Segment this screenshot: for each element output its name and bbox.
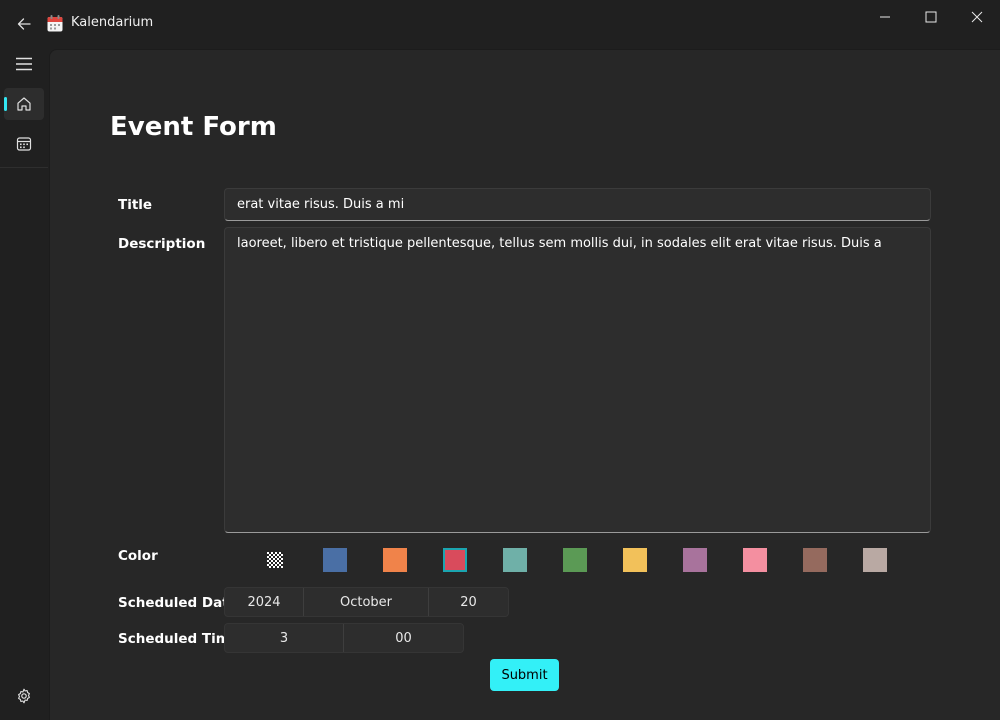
gear-icon	[18, 688, 30, 704]
date-picker[interactable]: 2024 October 20	[224, 587, 509, 617]
description-textarea[interactable]: laoreet, libero et tristique pellentesqu…	[224, 227, 931, 533]
calendar-app-icon	[47, 15, 63, 32]
color-swatch-10[interactable]	[803, 548, 827, 572]
time-hour[interactable]: 3	[225, 624, 344, 652]
title-label: Title	[118, 197, 153, 213]
title-bar: Kalendarium	[0, 0, 1000, 48]
close-icon	[971, 11, 983, 23]
nav-divider	[0, 167, 48, 168]
color-swatch-2[interactable]	[323, 548, 347, 572]
time-minute[interactable]: 00	[344, 624, 463, 652]
navigation-rail	[0, 48, 48, 720]
minimize-icon	[880, 16, 890, 18]
title-input[interactable]	[224, 188, 931, 221]
description-label: Description	[118, 236, 206, 252]
nav-menu-button[interactable]	[4, 48, 44, 80]
scheduled-time-label: Scheduled Time	[118, 631, 239, 647]
close-button[interactable]	[954, 4, 1000, 30]
color-swatch-9[interactable]	[743, 548, 767, 572]
back-arrow-icon	[17, 18, 31, 30]
date-month[interactable]: October	[304, 588, 429, 616]
nav-item-calendar[interactable]	[4, 128, 44, 160]
color-swatch-6[interactable]	[563, 548, 587, 572]
submit-button[interactable]: Submit	[490, 659, 559, 691]
color-swatch-8[interactable]	[683, 548, 707, 572]
color-swatch-1[interactable]	[267, 552, 283, 568]
calendar-grid-icon	[16, 137, 32, 151]
back-button[interactable]	[12, 12, 36, 36]
color-swatch-5[interactable]	[503, 548, 527, 572]
time-picker[interactable]: 3 00	[224, 623, 464, 653]
color-label: Color	[118, 548, 158, 564]
color-swatch-3[interactable]	[383, 548, 407, 572]
home-icon	[17, 97, 31, 111]
selection-indicator	[4, 97, 7, 111]
nav-item-home[interactable]	[4, 88, 44, 120]
date-year[interactable]: 2024	[225, 588, 304, 616]
nav-item-settings[interactable]	[4, 680, 44, 712]
date-day[interactable]: 20	[429, 588, 508, 616]
maximize-icon	[925, 11, 937, 23]
color-swatch-4[interactable]	[443, 548, 467, 572]
page-title: Event Form	[110, 112, 277, 142]
color-swatch-7[interactable]	[623, 548, 647, 572]
color-swatch-11[interactable]	[863, 548, 887, 572]
scheduled-date-label: Scheduled Date	[118, 595, 238, 611]
hamburger-icon	[16, 57, 32, 71]
app-title: Kalendarium	[71, 15, 154, 30]
maximize-button[interactable]	[908, 4, 954, 30]
minimize-button[interactable]	[862, 4, 908, 30]
